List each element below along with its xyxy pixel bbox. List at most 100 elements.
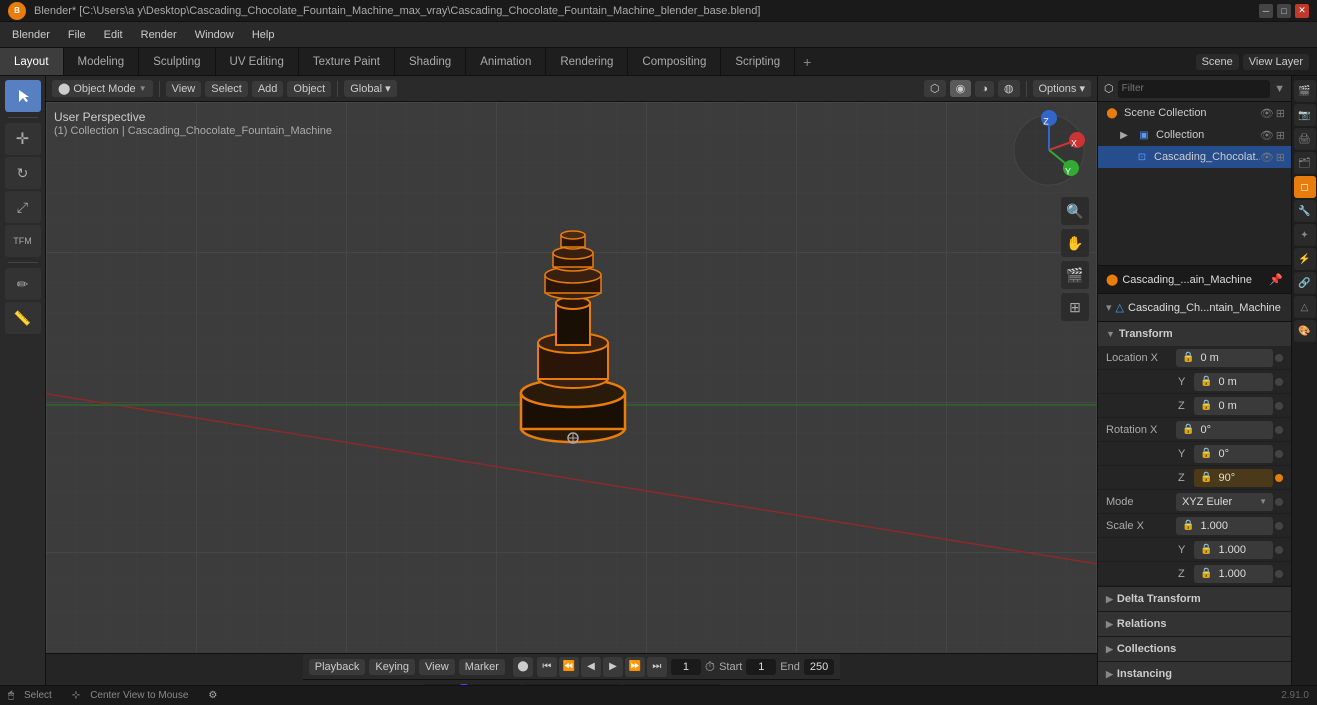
menu-blender[interactable]: Blender (4, 27, 58, 43)
options-menu[interactable]: Options ▾ (1033, 80, 1092, 97)
location-z-field[interactable]: 🔒 0 m (1194, 397, 1273, 415)
active-item-render[interactable]: ⊞ (1276, 151, 1285, 164)
current-frame-field[interactable]: 1 (671, 659, 701, 675)
scene-collection-visibility[interactable]: 👁 (1260, 107, 1274, 120)
rotation-x-field[interactable]: 🔒 0° (1176, 421, 1273, 439)
prop-physics-icon[interactable]: ⚡ (1294, 248, 1316, 270)
close-button[interactable]: ✕ (1295, 4, 1309, 18)
transform-tool[interactable]: TFM (5, 225, 41, 257)
orthographic-button[interactable]: ⊞ (1061, 293, 1089, 321)
keyframe-button[interactable]: ⬤ (513, 657, 533, 677)
rotation-y-keyframe-dot[interactable] (1275, 450, 1283, 458)
zoom-in-button[interactable]: 🔍 (1061, 197, 1089, 225)
transform-dropdown[interactable]: Global ▾ (344, 80, 396, 97)
camera-view-button[interactable]: 🎬 (1061, 261, 1089, 289)
scale-z-keyframe-dot[interactable] (1275, 570, 1283, 578)
object-menu[interactable]: Object (287, 81, 331, 97)
prop-constraints-icon[interactable]: 🔗 (1294, 272, 1316, 294)
step-back-button[interactable]: ⏪ (559, 657, 579, 677)
collections-header[interactable]: ▶ Collections (1098, 637, 1291, 661)
viewport-3d[interactable]: User Perspective (1) Collection | Cascad… (46, 102, 1097, 653)
prop-object-icon[interactable]: ◻ (1294, 176, 1316, 198)
location-y-keyframe-dot[interactable] (1275, 378, 1283, 386)
add-menu[interactable]: Add (252, 81, 284, 97)
view-layer-selector[interactable]: View Layer (1243, 54, 1309, 70)
collection-render[interactable]: ⊞ (1276, 129, 1285, 142)
object-mode-dropdown[interactable]: ⬤ Object Mode ▼ (52, 80, 153, 97)
nav-gizmo[interactable]: X Y Z (1009, 110, 1089, 190)
tab-animation[interactable]: Animation (466, 48, 546, 75)
tab-sculpting[interactable]: Sculpting (139, 48, 215, 75)
prop-particle-icon[interactable]: ✦ (1294, 224, 1316, 246)
cursor-tool[interactable] (5, 80, 41, 112)
play-back-button[interactable]: ◀ (581, 657, 601, 677)
location-x-field[interactable]: 🔒 0 m (1176, 349, 1273, 367)
marker-menu[interactable]: Marker (459, 659, 505, 675)
delta-transform-header[interactable]: ▶ Delta Transform (1098, 587, 1291, 611)
transform-section-header[interactable]: ▼ Transform (1098, 322, 1291, 346)
tab-modeling[interactable]: Modeling (64, 48, 140, 75)
step-forward-button[interactable]: ⏩ (625, 657, 645, 677)
relations-header[interactable]: ▶ Relations (1098, 612, 1291, 636)
menu-edit[interactable]: Edit (96, 27, 131, 43)
menu-file[interactable]: File (60, 27, 94, 43)
viewport-shading-wireframe[interactable]: ⬡ (924, 80, 946, 97)
maximize-button[interactable]: □ (1277, 4, 1291, 18)
measure-tool[interactable]: 📏 (5, 302, 41, 334)
scale-tool[interactable]: ⤢ (5, 191, 41, 223)
outliner-scene-collection[interactable]: ⬤ Scene Collection 👁 ⊞ (1098, 102, 1291, 124)
view-menu[interactable]: View (166, 81, 202, 97)
scale-z-field[interactable]: 🔒 1.000 (1194, 565, 1273, 583)
playback-menu[interactable]: Playback (309, 659, 366, 675)
prop-data-icon[interactable]: △ (1294, 296, 1316, 318)
select-menu[interactable]: Select (205, 81, 248, 97)
pin-button[interactable]: 📌 (1269, 273, 1283, 286)
location-y-field[interactable]: 🔒 0 m (1194, 373, 1273, 391)
rotate-tool[interactable]: ↻ (5, 157, 41, 189)
jump-end-button[interactable]: ⏭ (647, 657, 667, 677)
outliner-search-input[interactable] (1118, 80, 1271, 98)
rotation-x-keyframe-dot[interactable] (1275, 426, 1283, 434)
tab-texture-paint[interactable]: Texture Paint (299, 48, 395, 75)
location-z-keyframe-dot[interactable] (1275, 402, 1283, 410)
tab-layout[interactable]: Layout (0, 48, 64, 75)
scale-y-field[interactable]: 🔒 1.000 (1194, 541, 1273, 559)
rotation-z-keyframe-dot[interactable] (1275, 474, 1283, 482)
active-item-visibility[interactable]: 👁 (1260, 151, 1274, 164)
prop-modifier-icon[interactable]: 🔧 (1294, 200, 1316, 222)
location-x-keyframe-dot[interactable] (1275, 354, 1283, 362)
menu-window[interactable]: Window (187, 27, 242, 43)
outliner-collection[interactable]: ▶ ▣ Collection 👁 ⊞ (1110, 124, 1291, 146)
tab-shading[interactable]: Shading (395, 48, 466, 75)
tab-scripting[interactable]: Scripting (721, 48, 795, 75)
prop-render-icon[interactable]: 📷 (1294, 104, 1316, 126)
add-workspace-button[interactable]: + (795, 50, 819, 74)
scale-y-keyframe-dot[interactable] (1275, 546, 1283, 554)
viewport-shading-material[interactable]: ◑ (975, 81, 994, 97)
menu-render[interactable]: Render (133, 27, 185, 43)
collection-visibility[interactable]: 👁 (1260, 129, 1274, 142)
tab-rendering[interactable]: Rendering (546, 48, 628, 75)
prop-output-icon[interactable]: 🖨 (1294, 128, 1316, 150)
scale-x-field[interactable]: 🔒 1.000 (1176, 517, 1273, 535)
view-menu-timeline[interactable]: View (419, 659, 455, 675)
jump-start-button[interactable]: ⏮ (537, 657, 557, 677)
mode-field[interactable]: XYZ Euler ▼ (1176, 493, 1273, 511)
rotation-y-field[interactable]: 🔒 0° (1194, 445, 1273, 463)
viewport-shading-rendered[interactable]: ◍ (998, 80, 1020, 97)
mode-dot[interactable] (1275, 498, 1283, 506)
viewport-shading-solid[interactable]: ◉ (950, 80, 972, 97)
scale-x-keyframe-dot[interactable] (1275, 522, 1283, 530)
move-tool[interactable]: ✛ (5, 123, 41, 155)
keying-menu[interactable]: Keying (369, 659, 415, 675)
scene-collection-render[interactable]: ⊞ (1276, 107, 1285, 120)
prop-material-icon[interactable]: 🎨 (1294, 320, 1316, 342)
play-button[interactable]: ▶ (603, 657, 623, 677)
menu-help[interactable]: Help (244, 27, 283, 43)
instancing-header[interactable]: ▶ Instancing (1098, 662, 1291, 686)
scene-selector[interactable]: Scene (1196, 54, 1239, 70)
outliner-active-item[interactable]: ⊡ Cascading_Chocolat... 👁 ⊞ (1098, 146, 1291, 168)
end-frame-field[interactable]: 250 (804, 659, 834, 675)
prop-view-layer-icon[interactable]: 🗂 (1294, 152, 1316, 174)
pan-view-button[interactable]: ✋ (1061, 229, 1089, 257)
